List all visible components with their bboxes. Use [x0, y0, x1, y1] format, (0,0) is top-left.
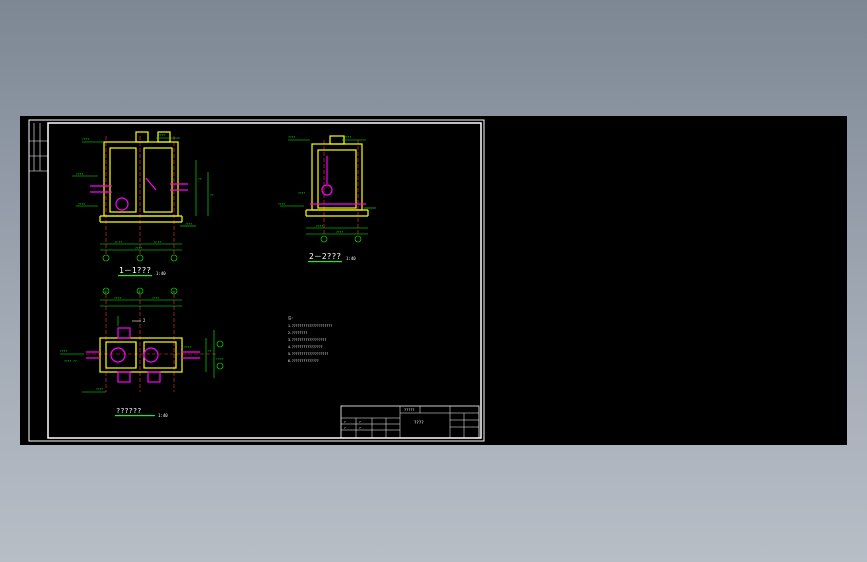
svg-text:????: ???? [76, 172, 83, 176]
svg-text:1:??: 1:?? [115, 240, 122, 244]
title-block-cell-4: ? [359, 426, 361, 430]
plan-title: ?????? [116, 407, 141, 415]
plan-underline [115, 415, 155, 417]
note-line-6: 6.?????????????? [288, 359, 319, 363]
binding-strip [29, 123, 48, 172]
axis-labels: ① ② ③ [104, 290, 176, 294]
svg-text:????: ???? [184, 345, 191, 349]
svg-text:????: ???? [96, 387, 103, 391]
note-line-3: 3.?????????????????? [288, 338, 326, 342]
title-block-cell-1: ? [344, 420, 346, 424]
notes-heading: 注: [288, 315, 293, 320]
svg-text:???? ??: ???? ?? [64, 359, 77, 363]
note-line-1: 1.????????????????????? [288, 324, 332, 328]
svg-text:????: ???? [316, 224, 323, 228]
section-2-2-underline [308, 261, 342, 263]
section-2-2-drawing: ???? ???? ???? ???? ???? ???? [278, 135, 376, 243]
svg-text:????: ???? [78, 202, 85, 206]
svg-text:????: ???? [114, 296, 121, 300]
title-block-cell-2: ? [359, 420, 361, 424]
section-1-1-underline [118, 275, 152, 277]
svg-text:1:??: 1:?? [154, 240, 161, 244]
svg-text:????: ???? [82, 137, 89, 141]
svg-text:??: ?? [208, 349, 212, 353]
svg-text:????: ???? [135, 246, 142, 250]
note-line-2: 2.???????? [288, 331, 307, 335]
title-block-project: ????? [404, 408, 415, 412]
title-block-sheet-title: ???? [414, 420, 424, 425]
svg-text:????: ???? [216, 357, 223, 361]
cad-viewport[interactable]: 1:?? 1:?? ???? ?? ?? ???? ???? ???? ????… [20, 116, 847, 445]
svg-text:????: ???? [278, 202, 285, 206]
section-1-1-drawing: 1:?? 1:?? ???? ?? ?? ???? ???? ???? ????… [72, 131, 214, 262]
note-line-5: 5.??????????????????? [288, 352, 328, 356]
sheet-inner-border [47, 122, 482, 439]
section-1-1-title: 1－1??? [119, 266, 151, 275]
title-block-cell-3: ? [344, 426, 346, 430]
svg-text:????: ???? [185, 222, 192, 226]
sheet-outer-border [28, 119, 485, 442]
svg-text:????: ???? [288, 135, 295, 139]
drawing-sheet[interactable]: 1:?? 1:?? ???? ?? ?? ???? ???? ???? ????… [20, 116, 847, 445]
svg-text:??: ?? [210, 193, 214, 197]
note-line-4: 4.???????????????? [288, 345, 323, 349]
section-1-1-scale: 1:40 [156, 271, 166, 276]
plan-drawing: ???? ???? ?? ???? ???? ???? ?? ???? ????… [60, 287, 223, 393]
svg-text:????: ???? [158, 133, 165, 137]
section-2-2-title: 2－2??? [309, 252, 341, 261]
plan-scale: 1:40 [158, 413, 168, 418]
section-2-2-scale: 1:40 [346, 256, 356, 261]
title-block: ? ? ? ? ????? ???? [340, 405, 480, 439]
svg-text:????: ???? [344, 135, 351, 139]
svg-text:????: ???? [298, 191, 305, 195]
plan-cut-mark: 2 [143, 318, 146, 323]
svg-text:????: ???? [152, 296, 159, 300]
notes-block: 注: 1.????????????????????? 2.???????? 3.… [288, 315, 332, 363]
svg-text:????: ???? [336, 230, 343, 234]
svg-text:????: ???? [60, 349, 67, 353]
svg-text:??: ?? [198, 177, 202, 181]
